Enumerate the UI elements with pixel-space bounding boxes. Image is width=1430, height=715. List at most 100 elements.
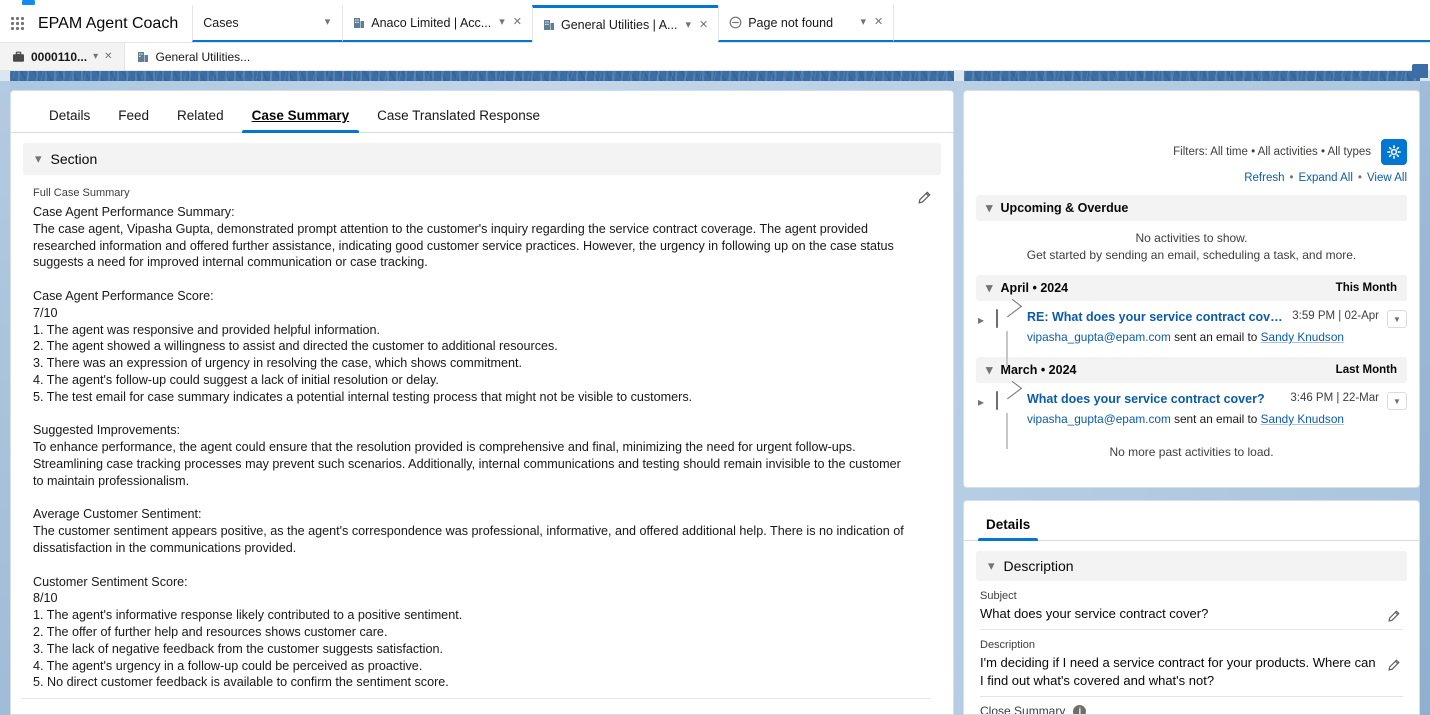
details-panel: Details ▾ Description Subject What does … (963, 500, 1420, 715)
chevron-down-icon: ▾ (986, 280, 993, 295)
link-separator: • (1289, 172, 1294, 184)
group-title: Upcoming & Overdue (1000, 201, 1129, 215)
activity-list-item: ▸ What does your service contract cover?… (976, 383, 1407, 449)
subtab-general-utilities[interactable]: General Utilities... (125, 43, 262, 70)
account-icon (137, 51, 149, 63)
info-icon[interactable]: i (1073, 704, 1087, 714)
email-icon (996, 309, 998, 328)
chevron-right-icon[interactable]: ▸ (978, 310, 989, 346)
activity-menu-button[interactable]: ▼ (1387, 392, 1407, 410)
description-collapse-header[interactable]: ▾ Description (976, 551, 1407, 581)
activity-title-link[interactable]: RE: What does your service contract cove… (1027, 310, 1284, 324)
email-icon (996, 391, 998, 410)
browser-tab-general-utilities[interactable]: General Utilities | A... ▾ ✕ (531, 5, 719, 43)
refresh-link[interactable]: Refresh (1244, 172, 1284, 184)
email-icon-wrapper (996, 309, 1020, 367)
chevron-down-icon[interactable]: ▾ (323, 17, 333, 28)
case-summary-panel: Details Feed Related Case Summary Case T… (10, 90, 954, 715)
details-tab-list: Details (964, 501, 1419, 541)
case-briefcase-icon (12, 51, 25, 63)
tab-related[interactable]: Related (163, 108, 238, 132)
view-all-link[interactable]: View All (1367, 172, 1407, 184)
close-icon[interactable]: ✕ (513, 17, 522, 28)
pencil-icon[interactable] (1383, 606, 1403, 626)
activity-content: What does your service contract cover? 3… (1027, 392, 1407, 428)
activity-timeline-panel: Filters: All time • All activities • All… (963, 90, 1420, 488)
browser-tab-anaco[interactable]: Anaco Limited | Acc... ▾ ✕ (342, 5, 532, 42)
activity-filters-row: Filters: All time • All activities • All… (976, 101, 1407, 165)
group-header-march-2024[interactable]: ▾ March • 2024 Last Month (976, 357, 1407, 383)
summary-divider (21, 698, 931, 700)
activity-filters-text: Filters: All time • All activities • All… (1173, 146, 1371, 158)
section-collapse-header[interactable]: ▾ Section (23, 143, 941, 175)
browser-tab-label: Page not found (748, 15, 834, 30)
subtab-label: General Utilities... (155, 49, 251, 64)
app-launcher-icon (10, 17, 24, 30)
pencil-icon[interactable] (1383, 655, 1403, 675)
close-icon[interactable]: ✕ (699, 19, 708, 31)
band-gap-left (0, 71, 10, 81)
activity-title-link[interactable]: What does your service contract cover? (1027, 392, 1282, 406)
subtab-label: 0000110... (31, 49, 88, 64)
chevron-down-icon[interactable]: ▾ (858, 17, 868, 28)
timeline-connector (1006, 413, 1008, 449)
chevron-down-icon[interactable]: ▾ (683, 19, 693, 31)
field-label: Subject (980, 590, 1017, 602)
tab-feed[interactable]: Feed (104, 108, 163, 132)
activity-timestamp: 3:46 PM | 22-Mar (1290, 392, 1379, 404)
activity-actor-link[interactable]: vipasha_gupta@epam.com (1027, 412, 1171, 426)
browser-tab-page-not-found[interactable]: Page not found ▾ ✕ (718, 5, 894, 42)
tab-case-translated-response[interactable]: Case Translated Response (363, 108, 554, 132)
activity-action-links: Refresh • Expand All • View All (976, 172, 1407, 184)
tab-details[interactable]: Details (31, 108, 104, 132)
gear-icon[interactable] (1381, 139, 1407, 165)
activity-recipient-link[interactable]: Sandy Knudson (1261, 330, 1344, 344)
full-case-summary-block: Full Case Summary Case Agent Performance… (11, 175, 953, 691)
chevron-down-icon: ▾ (986, 200, 993, 215)
activity-timestamp: 3:59 PM | 02-Apr (1292, 310, 1379, 322)
chevron-right-icon[interactable]: ▸ (978, 392, 989, 428)
chevron-down-icon[interactable]: ▾ (497, 17, 507, 28)
app-launcher-button[interactable] (0, 5, 34, 42)
band-gap-middle (954, 71, 964, 81)
collapse-panel-button[interactable] (1412, 64, 1428, 78)
subtab-case-record[interactable]: 0000110... ▾ ✕ (0, 43, 126, 70)
browser-tab-bar: EPAM Agent Coach Cases ▾ Anaco Limited |… (0, 5, 1430, 43)
tab-case-summary[interactable]: Case Summary (238, 108, 364, 133)
group-title: March • 2024 (1000, 363, 1077, 377)
chevron-down-icon: ▾ (35, 151, 42, 166)
app-name: EPAM Agent Coach (38, 14, 179, 32)
chevron-down-icon[interactable]: ▾ (93, 51, 98, 62)
empty-line-1: No activities to show. (1135, 231, 1248, 245)
activity-subtext: vipasha_gupta@epam.com sent an email to … (1027, 412, 1344, 426)
group-tag: Last Month (1335, 364, 1397, 376)
expand-all-link[interactable]: Expand All (1299, 172, 1353, 184)
activity-content: RE: What does your service contract cove… (1027, 310, 1407, 346)
upcoming-empty-state: No activities to show. Get started by se… (976, 230, 1407, 264)
group-header-april-2024[interactable]: ▾ April • 2024 This Month (976, 275, 1407, 301)
no-more-activities-text: No more past activities to load. (1109, 445, 1274, 459)
description-section-title: Description (1003, 558, 1074, 574)
left-edge-strip (0, 81, 10, 715)
full-case-summary-text: Case Agent Performance Summary: The case… (33, 205, 904, 690)
right-column: Filters: All time • All activities • All… (963, 90, 1420, 715)
activity-action-text: sent an email to (1174, 412, 1258, 426)
group-header-upcoming-overdue[interactable]: ▾ Upcoming & Overdue (976, 195, 1407, 221)
account-icon (353, 17, 365, 29)
activity-menu-button[interactable]: ▼ (1387, 310, 1407, 328)
close-icon[interactable]: ✕ (104, 51, 112, 62)
activity-actor-link[interactable]: vipasha_gupta@epam.com (1027, 330, 1171, 344)
close-icon[interactable]: ✕ (874, 17, 883, 28)
close-summary-label: Close Summary (980, 704, 1066, 715)
tab-bar-spacer (893, 5, 1430, 42)
activity-title-row: RE: What does your service contract cove… (1027, 310, 1407, 328)
activity-recipient-link[interactable]: Sandy Knudson (1261, 412, 1344, 426)
pencil-icon[interactable] (913, 187, 935, 209)
field-description: Description I'm deciding if I need a ser… (980, 639, 1403, 697)
record-tab-list: Details Feed Related Case Summary Case T… (11, 91, 953, 133)
error-circle-icon (729, 16, 742, 29)
activity-subtext: vipasha_gupta@epam.com sent an email to … (1027, 330, 1344, 344)
tab-details-panel[interactable]: Details (978, 517, 1039, 541)
field-label: Description (980, 639, 1036, 651)
nav-tab-cases[interactable]: Cases ▾ (192, 5, 343, 42)
